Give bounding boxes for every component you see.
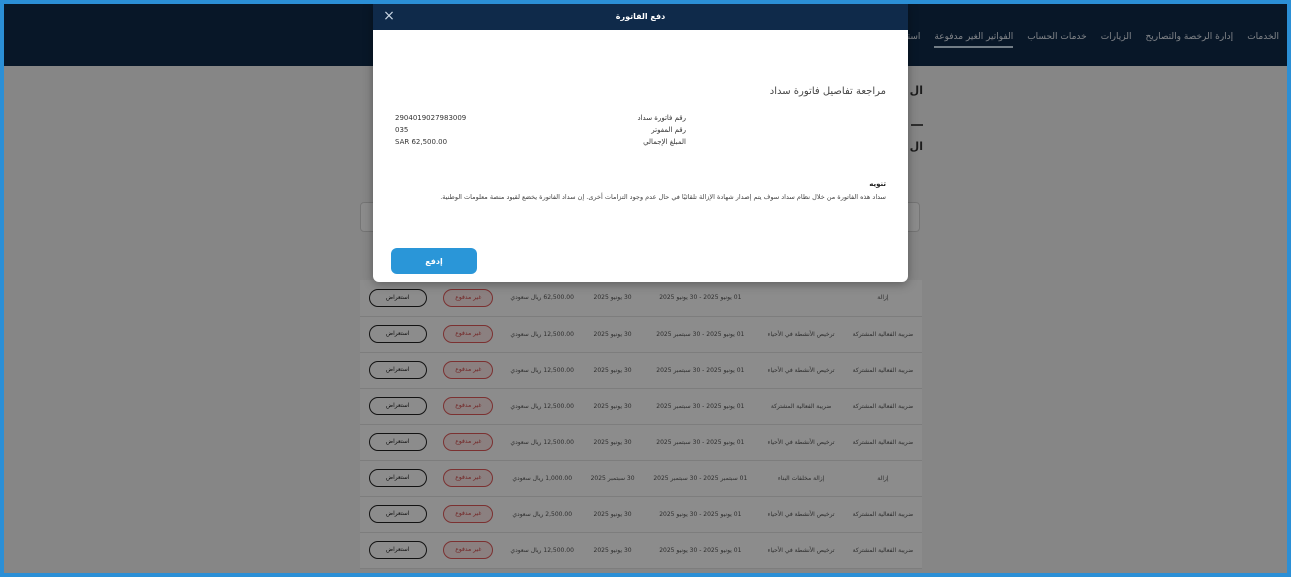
bill-details: رقم فاتورة سداد 2904019027983009 رقم الم… — [395, 114, 886, 154]
detail-value: SAR 62,500.00 — [395, 138, 448, 146]
detail-label: المبلغ الإجمالي — [643, 138, 686, 146]
detail-value: 2904019027983009 — [395, 114, 467, 122]
detail-row-biller-number: رقم المفوتر 035 — [395, 126, 886, 138]
dialog-header: دفع الفاتورة × — [373, 4, 908, 30]
detail-label: رقم المفوتر — [651, 126, 686, 134]
pay-button[interactable]: إدفع — [391, 248, 477, 274]
note-text: سداد هذه الفاتورة من خلال نظام سداد سوف … — [440, 193, 886, 201]
note-title: تنويه — [869, 180, 886, 188]
dialog-subtitle: مراجعة تفاصيل فاتورة سداد — [769, 86, 886, 97]
app-frame: الخدمات إدارة الرخصة والتصاريح الزيارات … — [4, 4, 1287, 573]
detail-value: 035 — [395, 126, 409, 134]
close-icon[interactable]: × — [381, 8, 397, 24]
pay-bill-dialog: دفع الفاتورة × مراجعة تفاصيل فاتورة سداد… — [373, 4, 908, 282]
detail-row-bill-number: رقم فاتورة سداد 2904019027983009 — [395, 114, 886, 126]
detail-label: رقم فاتورة سداد — [637, 114, 686, 122]
dialog-body: مراجعة تفاصيل فاتورة سداد رقم فاتورة سدا… — [373, 30, 908, 282]
dialog-title: دفع الفاتورة — [615, 12, 666, 21]
detail-row-total-amount: المبلغ الإجمالي SAR 62,500.00 — [395, 138, 886, 150]
